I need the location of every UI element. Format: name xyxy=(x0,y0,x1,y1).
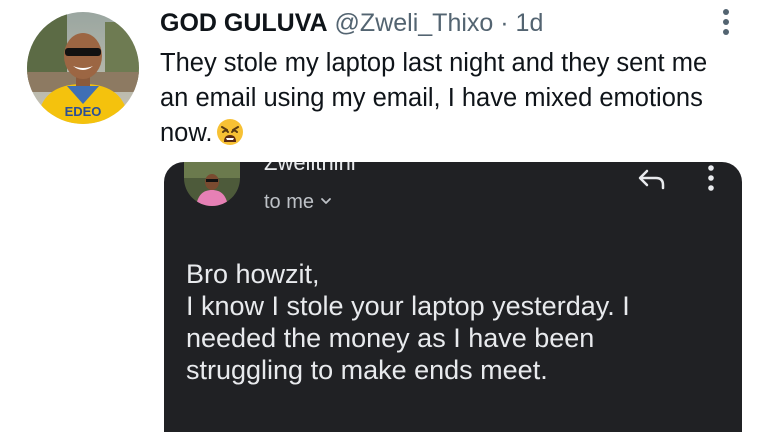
author-handle[interactable]: @Zweli_Thixo xyxy=(335,9,494,37)
email-body-line: struggling to make ends meet. xyxy=(186,355,548,385)
tweet-timestamp[interactable]: 1d xyxy=(516,9,544,37)
chevron-down-icon[interactable] xyxy=(320,189,332,204)
sender-avatar xyxy=(184,162,240,206)
tweet-header: GOD GULUVA @Zweli_Thixo · 1d xyxy=(160,8,543,38)
author-name[interactable]: GOD GULUVA xyxy=(160,9,328,37)
email-more-icon[interactable] xyxy=(706,164,716,192)
author-avatar[interactable]: EDEO xyxy=(27,12,139,124)
email-body-line: Bro howzit, xyxy=(186,259,320,289)
separator-dot: · xyxy=(500,9,509,37)
email-screenshot[interactable]: Zwelithini to me Bro howzit, I know I st… xyxy=(164,162,742,432)
email-body: Bro howzit, I know I stole your laptop y… xyxy=(186,258,726,386)
recipient-row[interactable]: to me xyxy=(264,189,332,214)
reply-icon[interactable] xyxy=(638,168,666,190)
sender-name: Zwelithini xyxy=(264,162,356,175)
avatar-sweater-text: EDEO xyxy=(65,104,102,119)
tweet-text: They stole my laptop last night and they… xyxy=(160,46,740,151)
recipient-label: to me xyxy=(264,191,315,213)
weary-face-icon xyxy=(216,118,244,146)
more-options-icon[interactable] xyxy=(716,6,736,40)
email-body-line: I know I stole your laptop yesterday. I xyxy=(186,291,630,321)
tweet: EDEO GOD GULUVA @Zweli_Thixo · 1d They s… xyxy=(0,0,768,432)
email-body-line: needed the money as I have been xyxy=(186,323,595,353)
